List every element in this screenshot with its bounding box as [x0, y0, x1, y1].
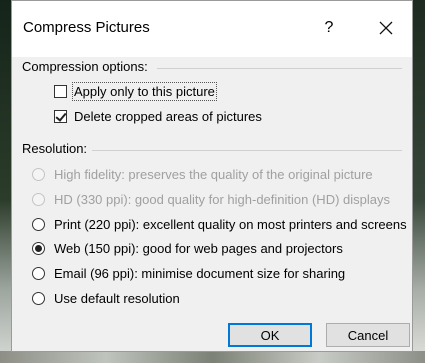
- email-label: Email (96 ppi): minimise document size f…: [54, 266, 346, 281]
- delete-cropped-checkbox-row[interactable]: Delete cropped areas of pictures: [54, 109, 262, 124]
- compress-pictures-dialog: Compress Pictures ? Compression options:…: [11, 0, 413, 352]
- radio-default-row[interactable]: Use default resolution: [32, 291, 180, 306]
- dialog-title: Compress Pictures: [23, 19, 150, 36]
- print-label: Print (220 ppi): excellent quality on mo…: [54, 217, 407, 232]
- help-icon: ?: [324, 19, 334, 36]
- cancel-button[interactable]: Cancel: [326, 323, 410, 347]
- radio-web[interactable]: [32, 242, 45, 255]
- apply-only-checkbox[interactable]: [54, 85, 67, 98]
- help-button[interactable]: ?: [312, 11, 346, 45]
- delete-cropped-label: Delete cropped areas of pictures: [74, 109, 262, 124]
- apply-only-label: Apply only to this picture: [72, 82, 217, 101]
- title-bar: Compress Pictures ?: [12, 1, 412, 57]
- radio-web-row[interactable]: Web (150 ppi): good for web pages and pr…: [32, 241, 343, 256]
- radio-email-row[interactable]: Email (96 ppi): minimise document size f…: [32, 266, 345, 281]
- resolution-separator: [92, 150, 402, 151]
- close-icon: [379, 21, 393, 35]
- ok-button[interactable]: OK: [228, 323, 312, 347]
- radio-default-resolution[interactable]: [32, 292, 45, 305]
- radio-hd: [32, 193, 45, 206]
- radio-print[interactable]: [32, 218, 45, 231]
- apply-only-checkbox-row[interactable]: Apply only to this picture: [54, 82, 217, 101]
- close-button[interactable]: [369, 11, 403, 45]
- default-resolution-label: Use default resolution: [54, 291, 180, 306]
- background-bottom: [0, 351, 425, 363]
- radio-email[interactable]: [32, 267, 45, 280]
- compression-options-heading: Compression options:: [22, 59, 148, 74]
- radio-high-fidelity: [32, 168, 45, 181]
- radio-print-row[interactable]: Print (220 ppi): excellent quality on mo…: [32, 217, 407, 232]
- delete-cropped-checkbox[interactable]: [54, 110, 67, 123]
- resolution-heading: Resolution:: [22, 141, 88, 156]
- radio-high-fidelity-row: High fidelity: preserves the quality of …: [32, 167, 373, 182]
- high-fidelity-label: High fidelity: preserves the quality of …: [54, 167, 373, 182]
- compression-separator: [157, 68, 402, 69]
- background-right: [413, 0, 425, 363]
- web-label: Web (150 ppi): good for web pages and pr…: [54, 241, 343, 256]
- hd-label: HD (330 ppi): good quality for high-defi…: [54, 192, 390, 207]
- radio-hd-row: HD (330 ppi): good quality for high-defi…: [32, 192, 390, 207]
